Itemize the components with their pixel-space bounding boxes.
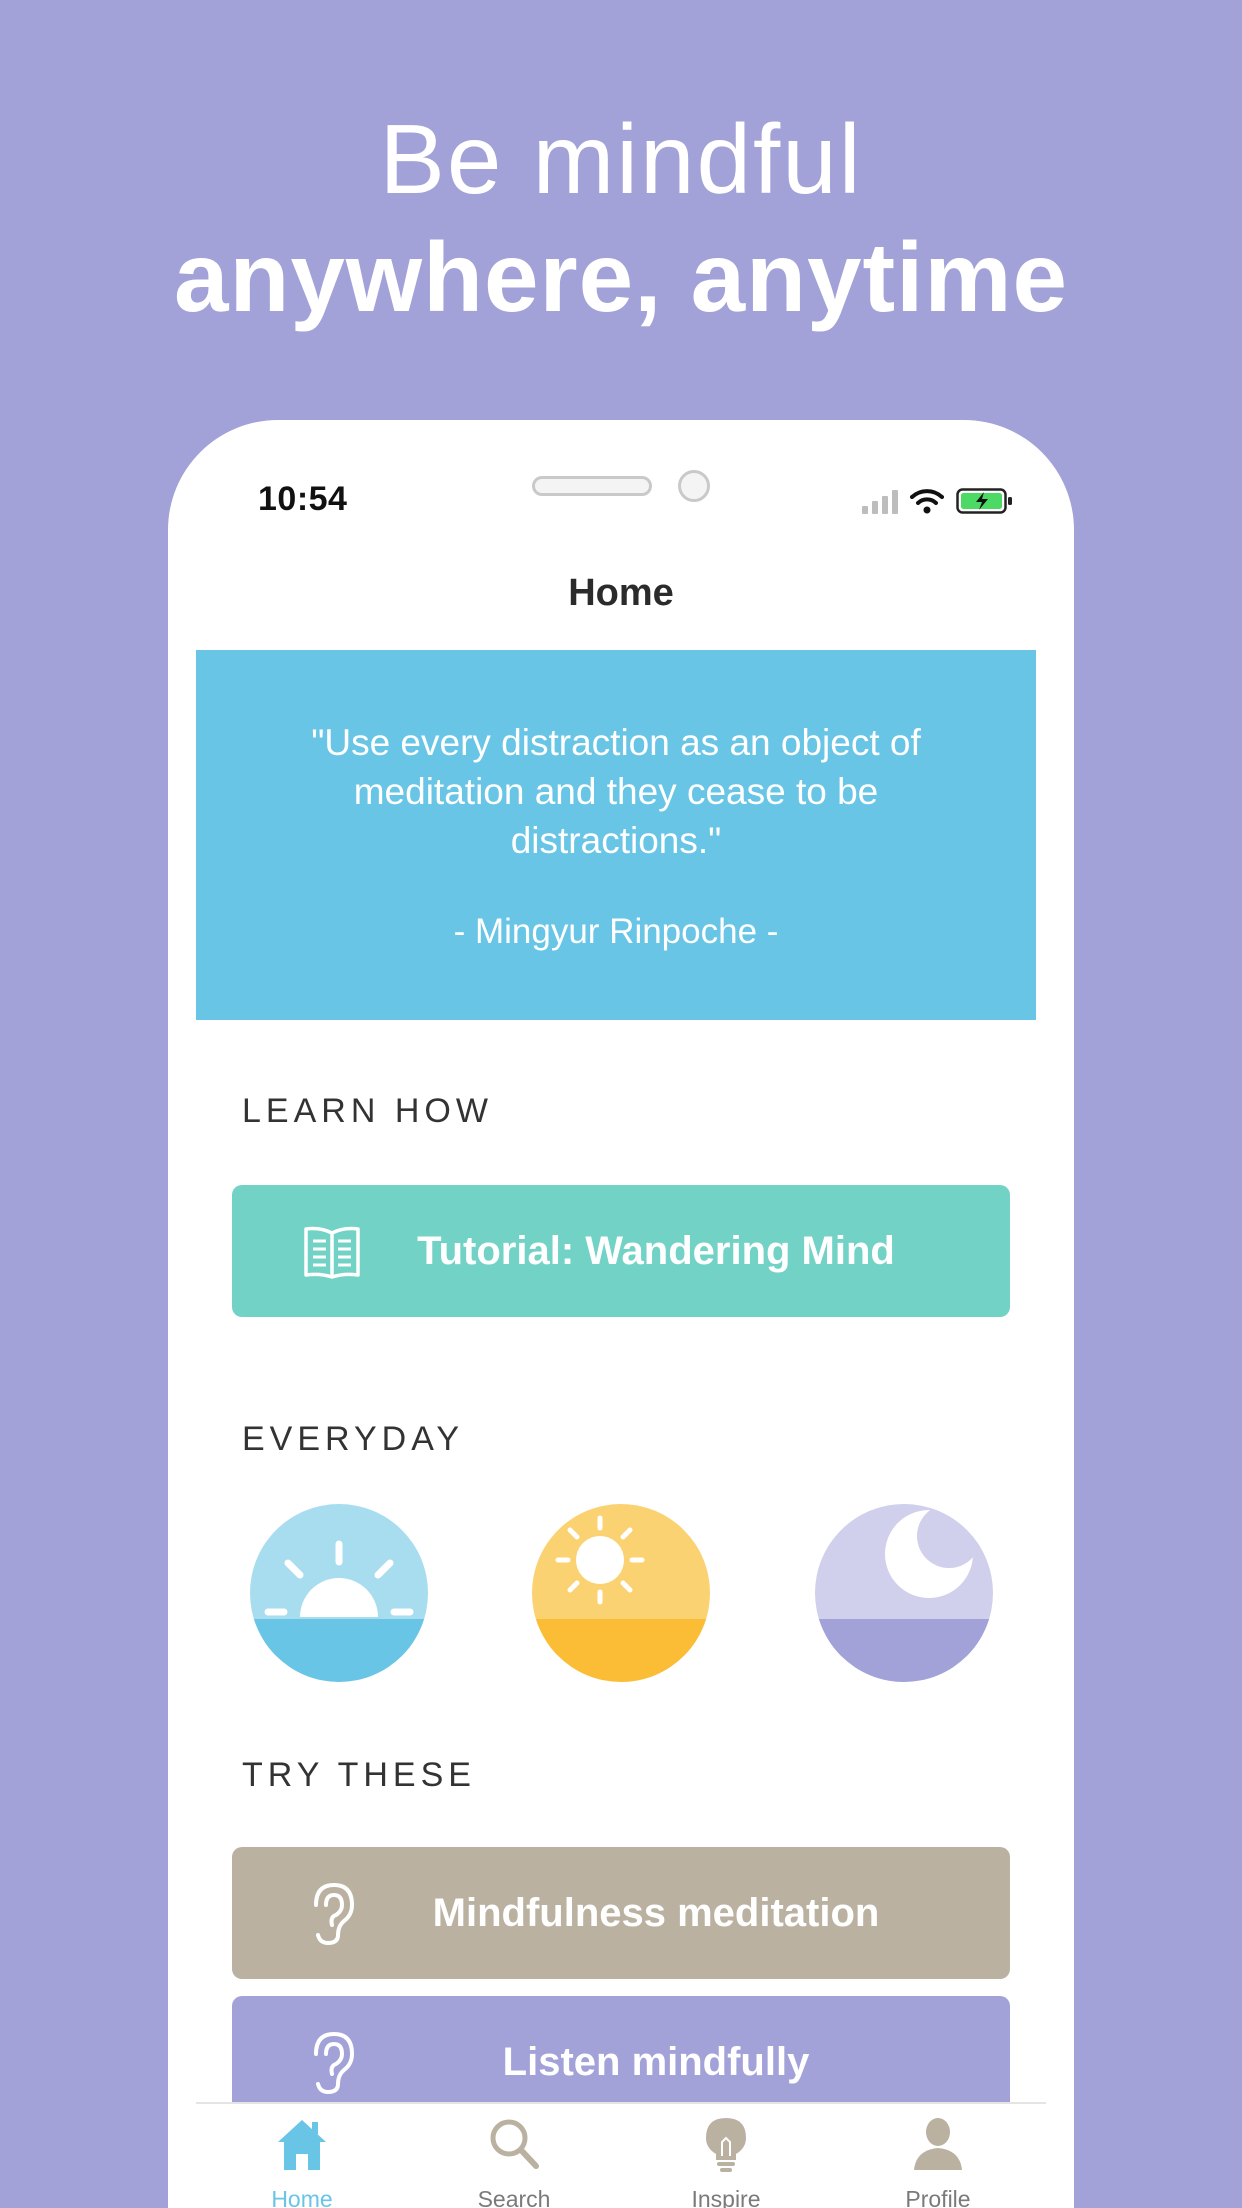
profile-icon bbox=[914, 2118, 962, 2170]
moon-icon bbox=[815, 1504, 993, 1682]
tab-search-label: Search bbox=[477, 2186, 551, 2208]
midday-meditation-button[interactable] bbox=[532, 1504, 710, 1682]
signal-icon bbox=[862, 490, 898, 514]
status-time: 10:54 bbox=[258, 480, 348, 518]
section-try-these: TRY THESE bbox=[242, 1756, 476, 1794]
hero-heading: Be mindful anywhere, anytime bbox=[0, 100, 1242, 336]
hero-line-2: anywhere, anytime bbox=[174, 222, 1068, 332]
tab-inspire[interactable]: Inspire bbox=[620, 2104, 832, 2208]
speaker-grille bbox=[532, 476, 652, 496]
lightbulb-icon bbox=[706, 2118, 746, 2172]
page-title: Home bbox=[568, 572, 674, 614]
sun-icon bbox=[532, 1504, 710, 1682]
quote-text: "Use every distraction as an object of m… bbox=[311, 722, 921, 861]
section-learn-how: LEARN HOW bbox=[242, 1092, 493, 1130]
evening-meditation-button[interactable] bbox=[815, 1504, 993, 1682]
front-camera bbox=[678, 470, 710, 502]
quote-author: - Mingyur Rinpoche - bbox=[453, 912, 779, 951]
tab-inspire-label: Inspire bbox=[691, 2186, 761, 2208]
hero-line-1: Be mindful bbox=[379, 104, 863, 214]
phone-frame: 10:54 Home "Use every distraction as an … bbox=[168, 420, 1074, 2208]
tutorial-button[interactable]: Tutorial: Wandering Mind bbox=[232, 1185, 1010, 1317]
daily-quote-card[interactable]: "Use every distraction as an object of m… bbox=[196, 650, 1036, 1020]
status-bar: 10:54 bbox=[168, 420, 1074, 540]
tab-search[interactable]: Search bbox=[408, 2104, 620, 2208]
section-everyday: EVERYDAY bbox=[242, 1420, 465, 1458]
wifi-icon bbox=[910, 489, 944, 514]
tab-bar: Home Search Inspire Profile bbox=[196, 2102, 1046, 2208]
ear-icon bbox=[314, 1882, 355, 1946]
ear-icon bbox=[314, 2031, 355, 2095]
book-icon bbox=[304, 1226, 360, 1279]
tab-profile-label: Profile bbox=[905, 2186, 971, 2208]
tab-home[interactable]: Home bbox=[196, 2104, 408, 2208]
battery-icon bbox=[956, 488, 1012, 514]
status-icons bbox=[862, 488, 1014, 514]
search-icon bbox=[490, 2119, 539, 2169]
tab-profile[interactable]: Profile bbox=[832, 2104, 1044, 2208]
sunrise-icon bbox=[250, 1504, 428, 1682]
home-icon bbox=[278, 2120, 326, 2170]
tab-home-label: Home bbox=[271, 2186, 333, 2208]
mindfulness-meditation-button[interactable]: Mindfulness meditation bbox=[232, 1847, 1010, 1979]
morning-meditation-button[interactable] bbox=[250, 1504, 428, 1682]
